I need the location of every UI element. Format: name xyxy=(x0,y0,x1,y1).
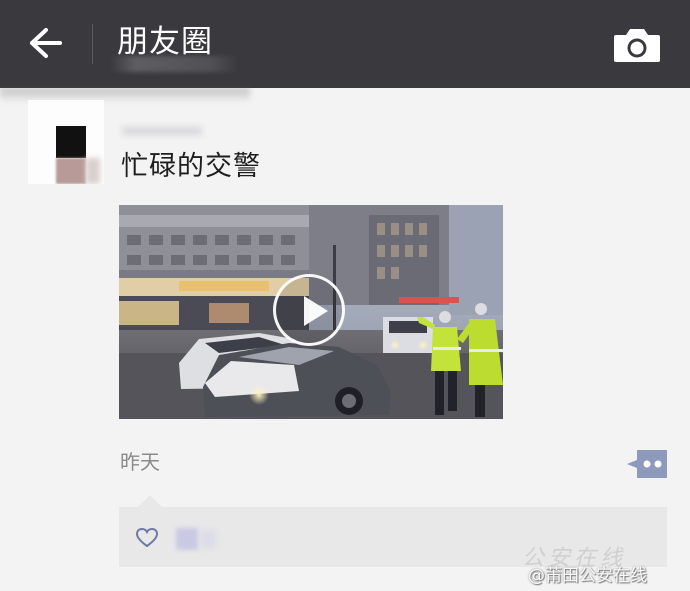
blurred-region xyxy=(110,56,238,72)
likes-pointer xyxy=(138,495,162,507)
play-icon[interactable] xyxy=(273,274,345,346)
top-bar: 朋友圈 xyxy=(0,0,690,88)
watermark-handle: @莆田公安在线 xyxy=(528,566,647,586)
post-time: 昨天 xyxy=(120,450,160,474)
post-text: 忙碌的交警 xyxy=(121,151,261,182)
camera-icon[interactable] xyxy=(612,26,662,64)
username-blurred[interactable] xyxy=(122,126,202,136)
liker-name-blurred[interactable] xyxy=(176,528,198,550)
comment-dots-icon[interactable] xyxy=(625,448,669,480)
avatar[interactable] xyxy=(28,100,104,184)
video-thumbnail[interactable] xyxy=(119,205,503,419)
arrow-left-icon[interactable] xyxy=(24,26,64,60)
liker-name-blurred-2 xyxy=(200,530,216,548)
header-divider xyxy=(92,24,93,64)
heart-icon xyxy=(136,528,158,548)
